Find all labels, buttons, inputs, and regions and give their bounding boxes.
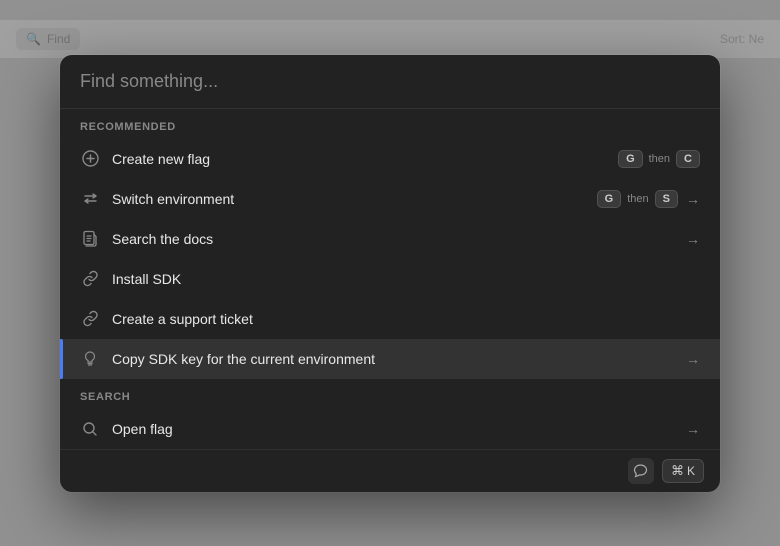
item-label-create-new-flag: Create new flag	[112, 151, 606, 167]
cmd-k-badge: ⌘ K	[662, 459, 704, 483]
then-text-1: then	[647, 153, 672, 165]
item-label-copy-sdk-key: Copy SDK key for the current environment	[112, 351, 670, 367]
section-label-search: Search	[60, 379, 720, 409]
menu-item-create-new-flag[interactable]: Create new flag G then C	[60, 139, 720, 179]
then-text-2: then	[625, 193, 650, 205]
item-label-search-docs: Search the docs	[112, 231, 670, 247]
key-g2: G	[597, 190, 622, 208]
arrow-search-docs: →	[686, 231, 700, 247]
link-icon-sdk	[80, 269, 100, 289]
item-label-support-ticket: Create a support ticket	[112, 311, 700, 327]
shortcut-switch-environment: G then S →	[597, 190, 700, 208]
search-input[interactable]	[80, 71, 700, 92]
section-recommended: Recommended Create new flag G then C	[60, 109, 720, 379]
switch-icon	[80, 189, 100, 209]
plus-circle-icon	[80, 149, 100, 169]
key-s: S	[655, 190, 678, 208]
menu-item-install-sdk[interactable]: Install SDK	[60, 259, 720, 299]
menu-item-search-docs[interactable]: Search the docs →	[60, 219, 720, 259]
arrow-copy-sdk: →	[686, 351, 700, 367]
command-palette: Recommended Create new flag G then C	[60, 55, 720, 492]
key-c: C	[676, 150, 700, 168]
menu-item-switch-environment[interactable]: Switch environment G then S →	[60, 179, 720, 219]
link-icon-support	[80, 309, 100, 329]
palette-footer: ⌘ K	[60, 449, 720, 492]
search-icon	[80, 419, 100, 439]
section-search: Search Open flag →	[60, 379, 720, 449]
item-label-install-sdk: Install SDK	[112, 271, 700, 287]
bulb-icon	[80, 349, 100, 369]
search-area	[60, 55, 720, 109]
item-label-open-flag: Open flag	[112, 421, 670, 437]
menu-item-support-ticket[interactable]: Create a support ticket	[60, 299, 720, 339]
key-g: G	[618, 150, 643, 168]
arrow-open-flag: →	[686, 421, 700, 437]
arrow-switch-env: →	[686, 191, 700, 207]
section-label-recommended: Recommended	[60, 109, 720, 139]
menu-item-open-flag[interactable]: Open flag →	[60, 409, 720, 449]
document-icon	[80, 229, 100, 249]
menu-item-copy-sdk-key[interactable]: Copy SDK key for the current environment…	[60, 339, 720, 379]
item-label-switch-environment: Switch environment	[112, 191, 585, 207]
chat-icon[interactable]	[628, 458, 654, 484]
shortcut-create-new-flag: G then C	[618, 150, 700, 168]
